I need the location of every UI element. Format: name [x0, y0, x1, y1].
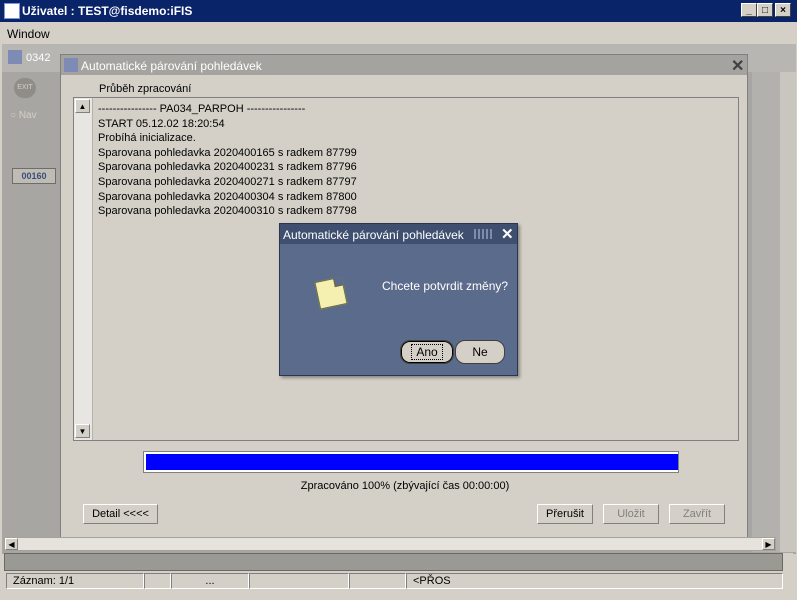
- interrupt-button[interactable]: Přerušit: [537, 504, 593, 524]
- dialog-title: Automatické párování pohledávek: [283, 228, 464, 242]
- log-vertical-scrollbar[interactable]: ▲ ▼: [74, 98, 93, 440]
- yes-button[interactable]: Ano: [400, 340, 454, 364]
- main-window-title: Uživatel : TEST@fisdemo:iFIS: [22, 4, 193, 18]
- log-line: Sparovana pohledavka 2020400165 s radkem…: [98, 146, 357, 159]
- status-cell-6: <PŘOS: [406, 573, 783, 589]
- close-form-button[interactable]: Zavřít: [669, 504, 725, 524]
- form-icon: [8, 50, 22, 64]
- progress-status: Zpracováno 100% (zbývající čas 00:00:00): [300, 480, 510, 492]
- confirm-dialog: Automatické párování pohledávek ✕ Chcete…: [279, 223, 518, 376]
- dialog-message: Chcete potvrdit změny?: [382, 279, 509, 293]
- log-line: Sparovana pohledavka 2020400310 s radkem…: [98, 205, 357, 218]
- log-line: Sparovana pohledavka 2020400231 s radkem…: [98, 161, 357, 174]
- section-label: Průběh zpracování: [99, 83, 192, 95]
- status-cell-4: [249, 573, 349, 589]
- save-button[interactable]: Uložit: [603, 504, 659, 524]
- note-icon: [314, 276, 348, 310]
- scroll-left-icon[interactable]: ◀: [5, 538, 18, 550]
- detail-button[interactable]: Detail <<<<: [83, 504, 158, 524]
- log-text: ---------------- PA034_PARPOH ----------…: [98, 102, 357, 219]
- horizontal-scrollbar[interactable]: ◀ ▶: [4, 537, 776, 551]
- exit-button[interactable]: EXIT: [14, 78, 36, 98]
- scroll-down-icon[interactable]: ▼: [75, 424, 90, 438]
- progress-bar: [143, 451, 679, 473]
- log-line: Sparovana pohledavka 2020400304 s radkem…: [98, 190, 357, 203]
- progress-fill: [146, 454, 678, 470]
- log-line: START 05.12.02 18:20:54: [98, 117, 225, 130]
- menu-window[interactable]: Window: [7, 27, 50, 41]
- no-button[interactable]: Ne: [455, 340, 505, 364]
- status-message-area: [4, 553, 783, 571]
- minimize-button[interactable]: _: [741, 3, 757, 17]
- scroll-right-icon[interactable]: ▶: [762, 538, 775, 550]
- close-icon[interactable]: ✕: [731, 56, 744, 76]
- parovani-title-bar: Automatické párování pohledávek ✕: [61, 55, 747, 75]
- parovani-title: Automatické párování pohledávek: [81, 59, 262, 73]
- drag-handle-icon[interactable]: [474, 229, 492, 239]
- status-cell-2: [144, 573, 171, 589]
- menu-bar: Window: [0, 22, 797, 44]
- background-vertical-scrollbar[interactable]: [780, 72, 796, 552]
- record-code-badge[interactable]: 00160: [12, 168, 56, 184]
- yes-button-label: Ano: [411, 344, 443, 360]
- log-line: Sparovana pohledavka 2020400271 s radkem…: [98, 175, 357, 188]
- dialog-title-bar: Automatické párování pohledávek ✕: [280, 224, 517, 244]
- main-title-bar: Uživatel : TEST@fisdemo:iFIS _ □ ×: [0, 0, 797, 22]
- scroll-up-icon[interactable]: ▲: [75, 99, 90, 113]
- nav-radio[interactable]: ○ Nav: [10, 110, 37, 121]
- log-line: ---------------- PA034_PARPOH ----------…: [98, 103, 306, 115]
- form-icon: [64, 58, 78, 72]
- close-button[interactable]: ×: [775, 3, 791, 17]
- background-form-title: 0342: [26, 52, 51, 64]
- close-icon[interactable]: ✕: [501, 225, 514, 243]
- nav-radio-label: Nav: [18, 110, 37, 121]
- maximize-button[interactable]: □: [757, 3, 773, 17]
- status-record: Záznam: 1/1: [6, 573, 144, 589]
- app-icon: [4, 3, 20, 19]
- status-bar: Záznam: 1/1 ... <PŘOS: [4, 553, 793, 597]
- background-right-panel: [752, 72, 780, 552]
- status-cell-3: ...: [171, 573, 249, 589]
- status-cell-5: [349, 573, 406, 589]
- log-line: Probíhá inicializace.: [98, 132, 196, 145]
